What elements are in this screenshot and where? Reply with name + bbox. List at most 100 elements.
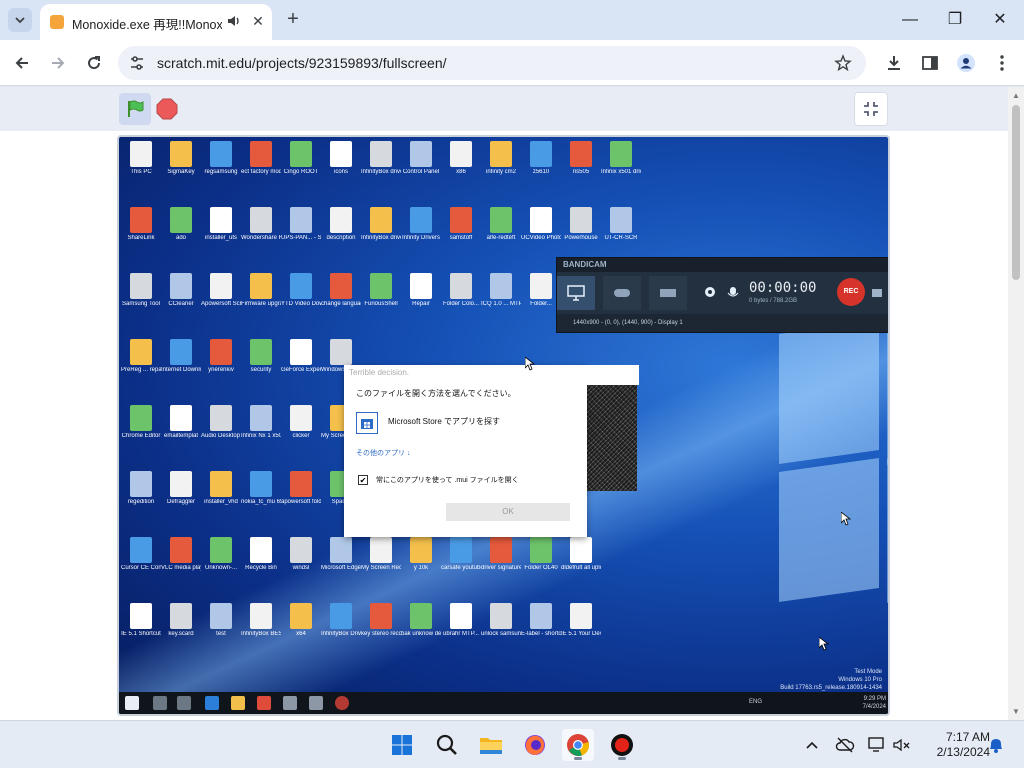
desktop-icon[interactable]: ynerenkiv [201,339,241,374]
scroll-up-arrow-icon[interactable]: ▲ [1012,91,1020,100]
desktop-icon[interactable]: Apowersoft Screen Rec... [201,273,241,308]
side-panel-button[interactable] [919,52,941,74]
desktop-icon[interactable]: InfinityBox drivers in... [361,141,401,176]
desktop-icon[interactable]: Infinity Drivers [401,207,441,242]
webcam-icon[interactable] [703,286,717,300]
desktop-icon[interactable]: ado [161,207,201,242]
reload-button[interactable] [82,51,106,75]
desktop-icon[interactable]: UPS-PAN... - Shortcut [281,207,321,242]
bandicam-game-mode-button[interactable] [603,276,641,310]
desktop-icon[interactable]: change language ... [321,273,361,308]
address-bar[interactable]: scratch.mit.edu/projects/923159893/fulls… [118,46,866,80]
desktop-icon[interactable]: ShareLink [121,207,161,242]
always-use-checkbox[interactable]: ✔ [358,475,368,485]
desktop-icon[interactable]: installer_vhd [201,471,241,506]
new-tab-button[interactable]: + [282,9,304,31]
project-stage[interactable]: This PC SigmaKey regsamsungect factory mod… [117,135,890,716]
desktop-icon[interactable]: Audio Desktop ... [201,405,241,440]
bandicam-rec-button[interactable]: REC [837,278,865,306]
desktop-icon[interactable]: ris505 [561,141,601,176]
desktop-icon[interactable]: My Screen Recorder P... [361,537,401,572]
exit-fullscreen-button[interactable] [854,92,888,126]
back-button[interactable] [10,51,34,75]
scrollbar-thumb[interactable] [1012,105,1020,280]
browser-menu-button[interactable] [991,52,1013,74]
desktop-icon[interactable]: dldefrult all upload [561,537,601,572]
close-window-button[interactable]: ✕ [985,8,1015,32]
file-explorer-button[interactable] [475,729,507,761]
desktop-icon[interactable]: Folder OL40 [521,537,561,572]
desktop-icon[interactable]: regedition [121,471,161,506]
desktop-icon[interactable]: Firmware upgrade e... [241,273,281,308]
bandicam-window[interactable]: BANDICAM 00:00:00 0 bytes / 788.2GB REC … [556,257,888,333]
green-flag-button[interactable] [119,93,151,125]
bandicam-taskbar-button[interactable] [606,729,638,761]
desktop-icon[interactable]: bak unknow device [401,603,441,638]
forward-button[interactable] [46,51,70,75]
desktop-icon[interactable]: Folder... [521,273,561,308]
desktop-icon[interactable]: icons [321,141,361,176]
downloads-button[interactable] [883,52,905,74]
bandicam-screen-mode-button[interactable] [557,276,595,310]
site-settings-icon[interactable] [128,54,146,72]
network-status-button[interactable] [835,735,855,755]
desktop-icon[interactable]: unlock samsung ... [481,603,521,638]
desktop-icon[interactable]: This PC [121,141,161,176]
desktop-icon[interactable]: Internet Downlo... [161,339,201,374]
system-clock[interactable]: 7:17 AM 2/13/2024 [918,730,990,760]
close-tab-icon[interactable]: ✕ [250,13,266,29]
camera-icon[interactable] [871,286,883,298]
desktop-icon[interactable]: GeForce Experience [281,339,321,374]
desktop-icon[interactable]: YTD Video Downloader [281,273,321,308]
desktop-icon[interactable]: installer_uts [201,207,241,242]
desktop-icon[interactable]: key.scard [161,603,201,638]
speaker-icon[interactable] [226,13,242,29]
desktop-icon[interactable]: InfinityBox Drivers [321,603,361,638]
desktop-icon[interactable]: clicker [281,405,321,440]
desktop-icon[interactable]: Samsung Tool [121,273,161,308]
chrome-button[interactable] [562,729,594,761]
desktop-icon[interactable]: nokia_tc_mu 653 [241,471,281,506]
scroll-down-arrow-icon[interactable]: ▼ [1012,707,1020,716]
desktop-icon[interactable]: x64 [281,603,321,638]
desktop-icon[interactable]: Recycle Bin [241,537,281,572]
desktop-icon[interactable]: IE 5.1 Your Device sen... [561,603,601,638]
firefox-button[interactable] [519,729,551,761]
desktop-icon[interactable]: Defraggler [161,471,201,506]
minimize-button[interactable]: — [895,8,925,32]
desktop-icon[interactable]: FuriousShell [361,273,401,308]
desktop-icon[interactable]: Cingo ROOT [281,141,321,176]
desktop-icon[interactable]: Folder Colo... [441,273,481,308]
monitor-tray-button[interactable] [867,735,887,755]
desktop-icon[interactable]: Powerhouse [561,207,601,242]
desktop-icon[interactable]: infinity cm2 [481,141,521,176]
desktop-icon[interactable]: ICQ 1.0 ... MTP Rec... [481,273,521,308]
microphone-icon[interactable] [727,286,739,300]
desktop-icon[interactable]: PreReg ... repair [121,339,161,374]
open-with-dialog[interactable]: Terrible decision. このファイルを開く方法を選んでください。 … [344,365,639,537]
desktop-icon[interactable]: samstoff [441,207,481,242]
desktop-icon[interactable]: SigmaKey [161,141,201,176]
bookmark-star-icon[interactable] [834,54,852,72]
desktop-icon[interactable]: z5610 [521,141,561,176]
desktop-icon[interactable]: key stereo recorder [361,603,401,638]
desktop-icon[interactable]: Control Panel [401,141,441,176]
taskbar-search-button[interactable] [431,729,463,761]
desktop-icon[interactable]: Infinix x501 drivers Fo... [601,141,641,176]
desktop-icon[interactable]: y 10k [401,537,441,572]
desktop-icon[interactable]: test [201,603,241,638]
desktop-icon[interactable]: carsafe youtube [441,537,481,572]
desktop-icon[interactable]: UT-CR-SCR [601,207,641,242]
page-scrollbar[interactable]: ▲ ▼ [1008,87,1024,720]
desktop-icon[interactable]: emailtemplat [161,405,201,440]
desktop-icon[interactable]: apowersoft folder [281,471,321,506]
desktop-icon[interactable]: Unknown-... [201,537,241,572]
dialog-ok-button[interactable]: OK [446,503,570,521]
desktop-icon[interactable]: windsl [281,537,321,572]
desktop-icon[interactable]: driver signature [481,537,521,572]
volume-button[interactable] [892,735,912,755]
desktop-icon[interactable]: InfinityBox BEST [241,603,281,638]
desktop-icon[interactable]: CCleaner [161,273,201,308]
desktop-icon[interactable]: InfinityBox drivers in... [361,207,401,242]
desktop-icon[interactable]: E-label - shortcut [521,603,561,638]
